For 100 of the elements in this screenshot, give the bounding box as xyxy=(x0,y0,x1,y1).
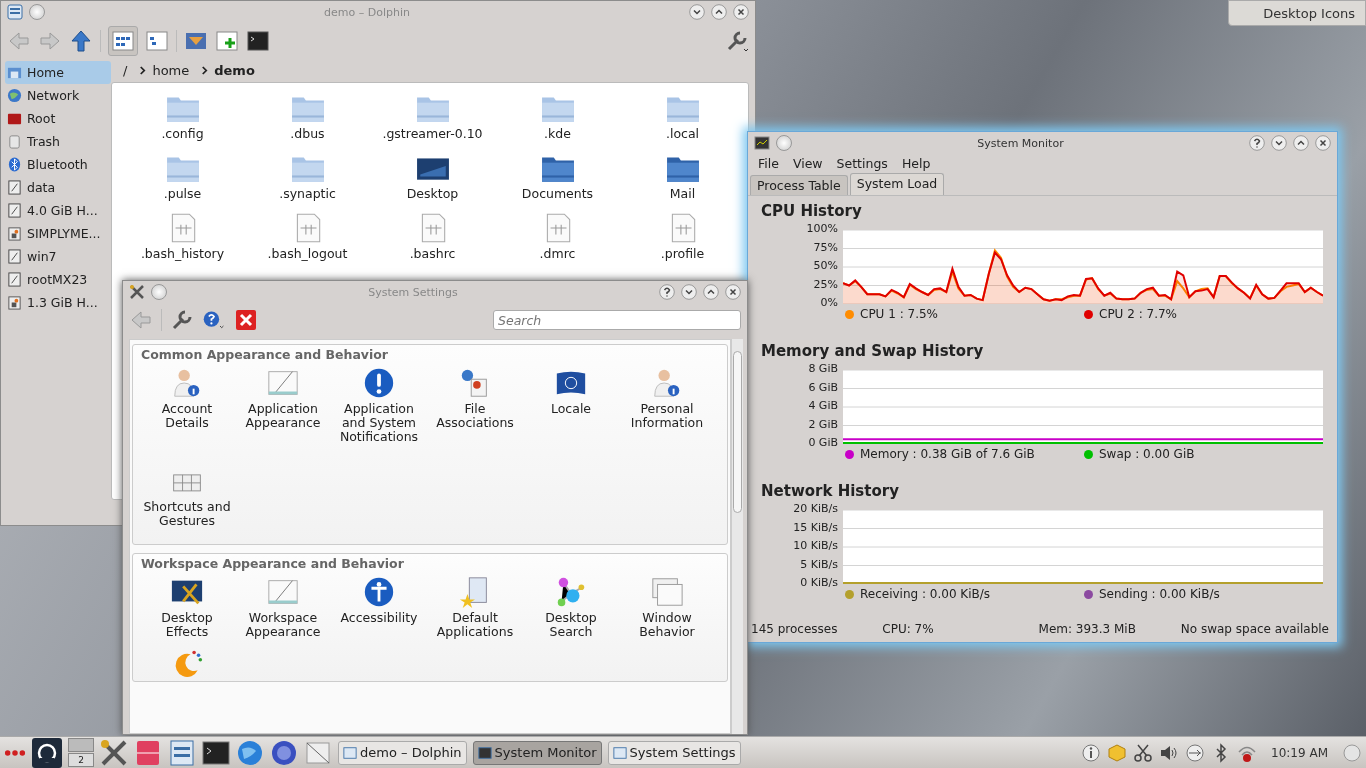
settings-item-label[interactable]: File Associations xyxy=(429,402,521,430)
wrench-icon[interactable] xyxy=(170,308,194,332)
axis-label: 0 GiB xyxy=(808,436,838,449)
close-button[interactable] xyxy=(733,4,749,20)
task-button[interactable]: System Settings xyxy=(607,740,741,765)
app-launcher-icon[interactable] xyxy=(32,737,62,768)
file-manager-icon xyxy=(7,4,23,20)
close-button[interactable] xyxy=(1315,135,1331,151)
places-item[interactable]: Home xyxy=(5,61,111,84)
place-icon xyxy=(7,111,22,126)
section-title: Common Appearance and Behavior xyxy=(140,346,390,364)
places-item[interactable]: Root xyxy=(5,107,111,130)
terminal-icon[interactable] xyxy=(202,738,230,767)
pager-desktop[interactable]: 2 xyxy=(68,753,94,767)
file-name: Documents xyxy=(521,186,594,201)
file-manager-icon[interactable] xyxy=(168,738,196,767)
file-name: .local xyxy=(665,126,700,141)
settings-item-label[interactable]: Application Appearance xyxy=(237,402,329,430)
quit-icon[interactable] xyxy=(234,308,258,332)
globe-icon[interactable] xyxy=(236,738,264,767)
legend-label: Swap : 0.00 GiB xyxy=(1099,447,1195,461)
browser-icon[interactable] xyxy=(270,738,298,767)
settings-item-label[interactable]: Desktop Effects xyxy=(141,611,233,639)
usb-icon[interactable] xyxy=(1185,742,1206,763)
settings-item-label[interactable]: Accessibility xyxy=(333,611,425,625)
menu-item[interactable]: File xyxy=(758,156,779,171)
minimize-button[interactable] xyxy=(1271,135,1287,151)
icons-view-icon[interactable] xyxy=(108,26,138,56)
places-item[interactable]: win7 xyxy=(5,245,111,268)
places-item[interactable]: rootMX23 xyxy=(5,268,111,291)
settings-item-label[interactable]: Account Details xyxy=(141,402,233,430)
help-button[interactable] xyxy=(1249,135,1265,151)
menu-item[interactable]: View xyxy=(792,156,823,171)
breadcrumb-item[interactable]: demo xyxy=(214,63,255,78)
axis-label: 6 GiB xyxy=(808,380,838,394)
settings-item-label[interactable]: Shortcuts and Gestures xyxy=(141,500,233,528)
details-view-icon[interactable] xyxy=(145,29,169,53)
menu-item[interactable]: Settings xyxy=(836,156,888,171)
task-button[interactable]: demo – Dolphin xyxy=(338,740,467,765)
axis-label: 25% xyxy=(813,277,838,291)
settings-item-label[interactable]: Personal Information xyxy=(621,402,713,430)
task-button[interactable]: System Monitor xyxy=(472,740,602,765)
tools-icon xyxy=(129,284,145,300)
minimize-button[interactable] xyxy=(681,284,697,300)
place-icon xyxy=(7,203,22,218)
scroll-thumb[interactable] xyxy=(733,351,742,513)
file-name: .dbus xyxy=(290,126,325,141)
pin-button[interactable] xyxy=(29,4,45,20)
places-item[interactable]: SIMPLYME... xyxy=(5,222,111,245)
scrollbar[interactable] xyxy=(731,339,743,734)
scissors-icon[interactable] xyxy=(1133,742,1154,763)
place-icon xyxy=(7,65,22,80)
search-field[interactable]: Search xyxy=(493,310,741,330)
settings-item-label[interactable]: Window Behavior xyxy=(621,611,713,639)
settings-item-label[interactable]: Locale xyxy=(525,402,617,416)
settings-icon[interactable] xyxy=(362,575,396,609)
tools-icon[interactable] xyxy=(100,738,128,767)
place-icon xyxy=(7,226,22,241)
places-item[interactable]: Network xyxy=(5,84,111,107)
pin-button[interactable] xyxy=(151,284,167,300)
menu-item[interactable]: Help xyxy=(901,156,931,171)
places-item[interactable]: 1.3 GiB H... xyxy=(5,291,111,314)
legend-label: CPU 1 : 7.5% xyxy=(860,307,938,321)
maximize-button[interactable] xyxy=(711,4,727,20)
settings-item-label[interactable]: Workspace Appearance xyxy=(237,611,329,639)
settings-item-label[interactable]: Default Applications xyxy=(429,611,521,639)
status-text: No swap space available xyxy=(1180,622,1329,636)
cabinet-icon[interactable] xyxy=(134,738,162,767)
minimize-button[interactable] xyxy=(689,4,705,20)
breadcrumb-item[interactable]: / xyxy=(123,63,128,78)
places-item[interactable]: Trash xyxy=(5,130,111,153)
axis-label: 2 GiB xyxy=(808,417,838,431)
panel-menu-icon[interactable] xyxy=(4,747,26,758)
places-item[interactable]: Bluetooth xyxy=(5,153,111,176)
maximize-button[interactable] xyxy=(703,284,719,300)
up-icon[interactable] xyxy=(69,29,93,53)
settings-item-label[interactable]: Desktop Search xyxy=(525,611,617,639)
terminal-icon[interactable] xyxy=(246,29,270,53)
tab[interactable]: System Load xyxy=(849,173,945,195)
info-icon[interactable] xyxy=(1081,742,1102,763)
status-text: CPU: 7% xyxy=(882,622,934,636)
place-icon xyxy=(7,157,22,172)
pin-button[interactable] xyxy=(776,135,792,151)
axis-label: 100% xyxy=(806,222,838,235)
settings-item-label[interactable]: Application and System Notifications xyxy=(333,402,425,444)
axis-label: 8 GiB xyxy=(808,362,838,375)
help-button[interactable] xyxy=(659,284,675,300)
desktop-icons-button[interactable]: Desktop Icons xyxy=(1228,0,1366,26)
place-icon xyxy=(7,295,22,310)
breadcrumb-item[interactable]: home xyxy=(152,63,190,78)
settings-icon[interactable] xyxy=(362,366,396,400)
maximize-button[interactable] xyxy=(1293,135,1309,151)
place-icon xyxy=(7,249,22,264)
window-title: System Monitor xyxy=(976,136,1065,150)
places-item[interactable]: data xyxy=(5,176,111,199)
chart-title: Memory and Swap History xyxy=(761,342,984,362)
split-view-icon[interactable] xyxy=(215,29,239,53)
close-button[interactable] xyxy=(725,284,741,300)
places-item[interactable]: 4.0 GiB H... xyxy=(5,199,111,222)
tab[interactable]: Process Table xyxy=(750,175,848,195)
